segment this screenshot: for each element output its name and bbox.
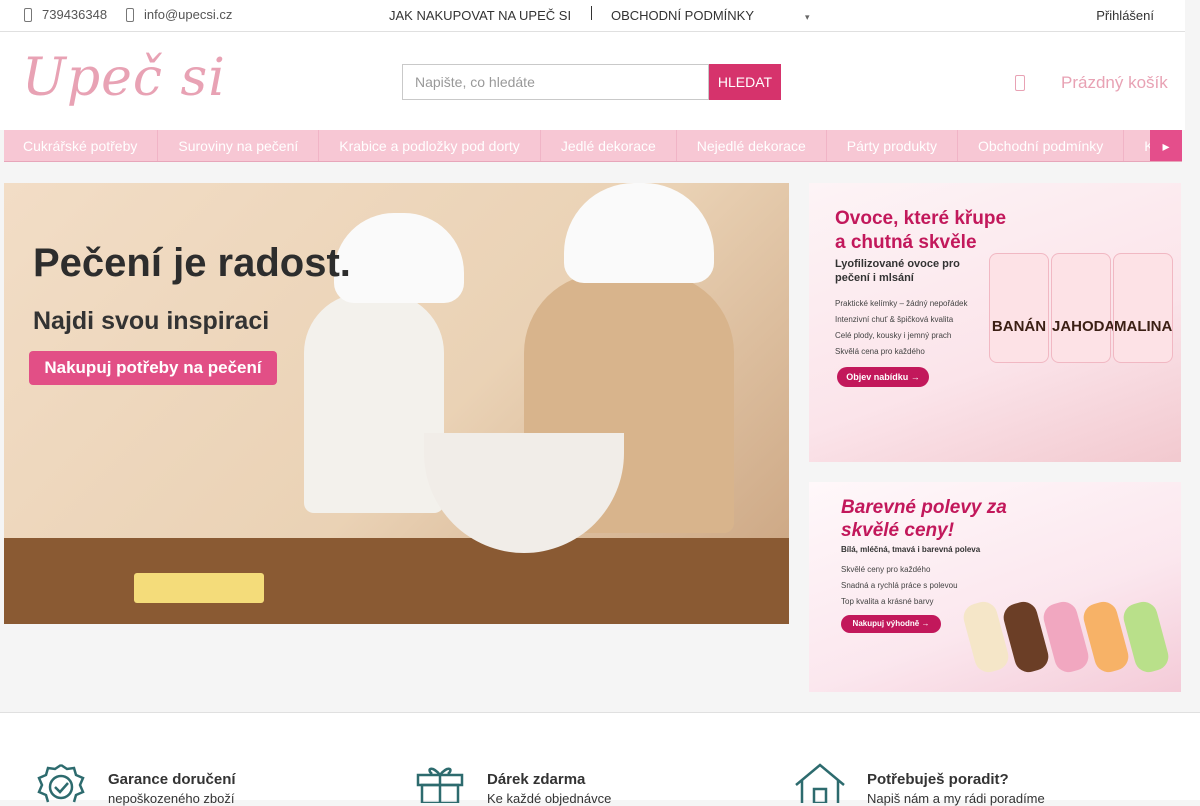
banner1-bullet: Praktické kelímky – žádný nepořádek <box>835 299 968 308</box>
hero-photo-girl <box>304 293 444 513</box>
popsicle-white <box>960 598 1012 676</box>
gift-icon <box>416 767 464 803</box>
banner2-button[interactable]: Nakupuj výhodně → <box>841 615 941 633</box>
popsicle-orange <box>1080 598 1132 676</box>
nav-item-jedle-dekorace[interactable]: Jedlé dekorace <box>541 130 677 161</box>
hero-subheadline: Najdi svou inspiraci <box>33 307 270 335</box>
topbar-separator <box>591 6 592 20</box>
phone-contact[interactable]: 739436348 <box>24 7 107 22</box>
banner1-bullets: Praktické kelímky – žádný nepořádek Inte… <box>835 296 968 360</box>
top-bar: 739436348 info@upecsi.cz JAK NAKUPOVAT N… <box>0 0 1185 32</box>
banner2-title: Barevné polevy za skvělé ceny! <box>841 497 1007 541</box>
nav-item-suroviny[interactable]: Suroviny na pečení <box>158 130 320 161</box>
nav-item-nejedle-dekorace[interactable]: Nejedlé dekorace <box>677 130 827 161</box>
banner2-bullet: Snadná a rychlá práce s polevou <box>841 581 958 590</box>
banner2-bullets: Skvělé ceny pro každého Snadná a rychlá … <box>841 562 958 610</box>
jar-strawberry: JAHODA <box>1051 253 1116 363</box>
jar-label: BANÁN <box>991 318 1047 335</box>
nav-item-party-produkty[interactable]: Párty produkty <box>827 130 958 161</box>
email-address[interactable]: info@upecsi.cz <box>144 7 232 22</box>
chocolate-glaze-banner[interactable]: Barevné polevy za skvělé ceny! Bílá, mlé… <box>809 482 1181 692</box>
site-logo[interactable]: Upeč si <box>22 48 226 108</box>
banner2-subtitle: Bílá, mléčná, tmavá i barevná poleva <box>841 545 981 554</box>
banner1-title: Ovoce, které křupe a chutná skvěle <box>835 208 1007 253</box>
nav-item-krabice[interactable]: Krabice a podložky pod dorty <box>319 130 541 161</box>
hero-banner[interactable]: Pečení je radost. Najdi svou inspiraci N… <box>4 183 789 624</box>
banner1-button[interactable]: Objev nabídku → <box>837 367 929 387</box>
benefit-subtitle: Napiš nám a my rádi poradíme <box>867 791 1045 806</box>
benefits-bar: Garance doručení nepoškozeného zboží Dár… <box>0 713 1200 806</box>
popsicle-pink <box>1040 598 1092 676</box>
banner2-bullet: Top kvalita a krásné barvy <box>841 597 934 606</box>
hero-cta-button[interactable]: Nakupuj potřeby na pečení <box>29 351 277 385</box>
search-button[interactable]: Hledat <box>709 64 781 100</box>
jar-raspberry: MALINA <box>1113 253 1173 363</box>
jar-label: JAHODA <box>1052 318 1116 335</box>
jar-label: MALINA <box>1114 318 1173 335</box>
popsicle-dark <box>1000 598 1052 676</box>
phone-number[interactable]: 739436348 <box>42 7 107 22</box>
nav-item-obchodni-podminky[interactable]: Obchodní podmínky <box>958 130 1125 161</box>
cart-label[interactable]: Prázdný košík <box>1061 73 1168 93</box>
hero-photo-chef-hat <box>564 183 714 283</box>
home-icon <box>795 763 845 803</box>
site-header: Upeč si Hledat Prázdný košík <box>0 32 1185 130</box>
benefit-subtitle: nepoškozeného zboží <box>108 791 235 806</box>
hero-photo-table <box>4 538 789 624</box>
hero-photo-chef-hat <box>334 213 464 303</box>
dropdown-caret-icon[interactable]: ▾ <box>805 12 810 23</box>
benefit-title: Garance doručení <box>108 771 236 788</box>
banner1-bullet: Skvělá cena pro každého <box>835 347 925 356</box>
phone-icon <box>24 7 32 22</box>
banner1-subtitle: Lyofilizované ovoce pro pečení i mlsání <box>835 258 960 284</box>
freeze-dried-fruit-banner[interactable]: Ovoce, které křupe a chutná skvěle Lyofi… <box>809 183 1181 462</box>
nav-item-cukrarske-potreby[interactable]: Cukrářské potřeby <box>4 130 159 161</box>
hero-headline: Pečení je radost. <box>33 241 351 285</box>
cart-icon[interactable] <box>1015 75 1025 91</box>
hero-photo-bowl <box>424 433 624 553</box>
terms-link[interactable]: OBCHODNÍ PODMÍNKY <box>611 8 754 23</box>
search-form: Hledat <box>402 64 781 100</box>
login-link[interactable]: Přihlášení <box>1096 8 1154 23</box>
benefit-title: Potřebuješ poradit? <box>867 771 1009 788</box>
popsicle-green <box>1120 598 1172 676</box>
benefit-subtitle: Ke každé objednávce <box>487 791 612 806</box>
email-contact[interactable]: info@upecsi.cz <box>126 7 232 22</box>
main-nav: Cukrářské potřeby Suroviny na pečení Kra… <box>4 130 1182 162</box>
mail-icon <box>126 7 134 22</box>
search-input[interactable] <box>402 64 709 100</box>
hero-photo-butter <box>134 573 264 603</box>
nav-more-icon[interactable]: ▸ <box>1150 130 1182 161</box>
banner1-bullet: Celé plody, kousky i jemný prach <box>835 331 952 340</box>
how-to-shop-link[interactable]: JAK NAKUPOVAT NA UPEČ SI <box>389 8 571 23</box>
banner2-bullet: Skvělé ceny pro každého <box>841 565 931 574</box>
badge-check-icon <box>37 763 85 803</box>
banner1-bullet: Intenzivní chuť & špičková kvalita <box>835 315 954 324</box>
jar-banana: BANÁN <box>989 253 1049 363</box>
benefit-title: Dárek zdarma <box>487 771 586 788</box>
